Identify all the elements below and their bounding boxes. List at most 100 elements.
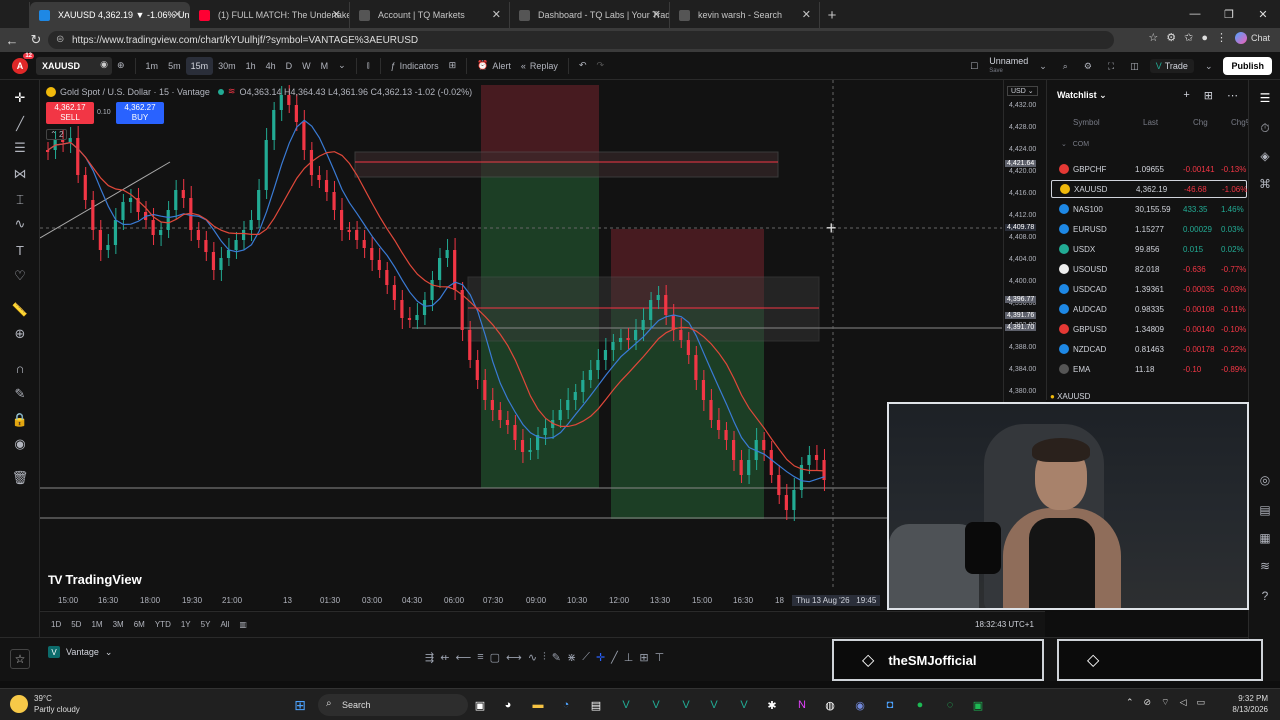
watchlist-row[interactable]: GBPCHF 1.09655 -0.00141 -0.13% [1051, 160, 1247, 178]
maximize-icon[interactable]: ❐ [1212, 0, 1246, 28]
range-1y[interactable]: 1Y [176, 620, 196, 629]
text-tool-icon[interactable]: T [9, 240, 31, 260]
watchlist-row[interactable]: EURUSD 1.15277 0.00029 0.03% [1051, 220, 1247, 238]
store-icon[interactable]: ▤ [586, 695, 606, 715]
timeframe-W[interactable]: W [297, 57, 316, 75]
tab-close-icon[interactable]: ✕ [173, 8, 182, 21]
calendar-icon[interactable]: ▤ [1255, 500, 1275, 520]
start-menu-icon[interactable]: ⊞ [290, 695, 310, 715]
quick-search-icon[interactable]: ⌕ [1058, 57, 1073, 75]
watchlist-section[interactable]: ⌄ COM [1061, 140, 1089, 148]
watchlist-row[interactable]: NZDCAD 0.81463 -0.00178 -0.22% [1051, 340, 1247, 358]
browser-tab[interactable]: Dashboard - TQ Labs | Your Trade ✕ [510, 2, 670, 28]
broker-selector[interactable]: V Vantage ⌄ [48, 646, 112, 658]
steam-icon[interactable]: ◍ [820, 695, 840, 715]
add-symbol-icon[interactable]: + [1183, 89, 1189, 102]
fib-icon[interactable]: ⌶ [9, 190, 31, 210]
profile-icon[interactable]: ● [1201, 32, 1208, 44]
extensions-icon[interactable]: ⚙ [1166, 31, 1176, 44]
chart-clock[interactable]: 18:32:43 UTC+1 [975, 620, 1034, 629]
brush-icon[interactable]: ∿ [9, 214, 31, 234]
layout-dropdown-icon[interactable]: ⌄ [1034, 57, 1052, 75]
chart-type-icon[interactable]: ⫾ [362, 57, 375, 75]
whatsapp-icon[interactable]: ◌ [940, 695, 960, 715]
watchlist-title[interactable]: Watchlist ⌄ [1057, 90, 1107, 101]
watchlist-row[interactable]: USOUSD 82.018 -0.636 -0.77% [1051, 260, 1247, 278]
signal-icon[interactable]: ≋ [1255, 556, 1275, 576]
watchlist-row[interactable]: AUDCAD 0.98335 -0.00108 -0.11% [1051, 300, 1247, 318]
task-view-icon[interactable]: ▣ [470, 695, 490, 715]
menu-icon[interactable]: ⋮ [1216, 31, 1227, 44]
watchlist-row[interactable]: NAS100 30,155.59 433.35 1.46% [1051, 200, 1247, 218]
watchlist-row[interactable]: USDCAD 1.39361 -0.00035 -0.03% [1051, 280, 1247, 298]
vantage-app-5-icon[interactable]: V [734, 695, 754, 715]
pattern-icon[interactable]: ⋈ [9, 164, 31, 184]
fav-tool-12-icon[interactable]: ✛ [596, 651, 605, 664]
layers-icon[interactable]: ◈ [1255, 146, 1275, 166]
chat-button[interactable]: Chat [1234, 31, 1270, 44]
taskbar-clock[interactable]: 9:32 PM 8/13/2026 [1232, 693, 1268, 715]
publish-button[interactable]: Publish [1223, 57, 1272, 75]
notifications-icon[interactable]: ⌘ [1255, 174, 1275, 194]
layout-checkbox-icon[interactable]: ☐ [965, 57, 983, 75]
vantage-app-4-icon[interactable]: V [704, 695, 724, 715]
range-3m[interactable]: 3M [108, 620, 129, 629]
indicators-button[interactable]: ƒ Indicators [386, 57, 444, 75]
browser-tab[interactable]: XAUUSD 4,362.19 ▼ -1.06% Unna ✕ [30, 2, 190, 28]
vantage-app-icon[interactable]: V [616, 695, 636, 715]
discord-icon[interactable]: ◉ [850, 695, 870, 715]
timeframe-1m[interactable]: 1m [141, 57, 164, 75]
file-explorer-icon[interactable]: ▬ [528, 695, 548, 715]
tab-actions-icon[interactable] [0, 2, 30, 28]
tab-close-icon[interactable]: ✕ [802, 8, 811, 21]
timeframe-15m[interactable]: 15m [185, 56, 214, 75]
vantage-app-2-icon[interactable]: V [646, 695, 666, 715]
settings-icon[interactable]: ⚙ [1079, 57, 1097, 75]
minimize-icon[interactable]: — [1178, 0, 1212, 28]
browser-tab[interactable]: Account | TQ Markets ✕ [350, 2, 510, 28]
fav-tool-7-icon[interactable]: ∿ [528, 651, 537, 664]
timeframe-30m[interactable]: 30m [213, 57, 241, 75]
watchlist-row[interactable]: EMA 11.18 -0.10 -0.89% [1051, 360, 1247, 378]
indicator-templates-icon[interactable]: ⊞ [444, 57, 462, 75]
fav-tool-14-icon[interactable]: ⊥ [624, 651, 634, 664]
edge-icon[interactable]: ◔ [556, 695, 576, 715]
horizontal-lines-icon[interactable]: ☰ [9, 138, 31, 158]
tab-close-icon[interactable]: ✕ [652, 8, 661, 21]
trash-icon[interactable]: 🗑 [9, 468, 31, 488]
fav-tool-4-icon[interactable]: ≡ [477, 651, 483, 664]
favorites-icon[interactable]: ✩ [1184, 31, 1193, 44]
trend-line-icon[interactable]: ╱ [9, 114, 31, 134]
tray-battery-icon[interactable]: ▭ [1196, 697, 1205, 708]
timeframe-5m[interactable]: 5m [163, 57, 186, 75]
bookmark-star-icon[interactable]: ☆ [1148, 31, 1158, 44]
heart-icon[interactable]: ♡ [9, 266, 31, 286]
outlook-icon[interactable]: ◘ [880, 695, 900, 715]
buy-button[interactable]: 4,362.27 BUY [116, 102, 164, 124]
fav-tool-1-icon[interactable]: ⇶ [425, 651, 434, 664]
undo-icon[interactable]: ↶ [574, 57, 592, 75]
weather-widget[interactable]: 39°C Partly cloudy [10, 693, 80, 715]
currency-selector[interactable]: USD ⌄ [1007, 86, 1038, 96]
indicator-count-badge[interactable]: ⌃ 2 [46, 129, 68, 140]
range-5y[interactable]: 5Y [196, 620, 216, 629]
fav-tool-11-icon[interactable]: ⟋ [582, 651, 590, 664]
fav-tool-5-icon[interactable]: ▢ [490, 651, 500, 664]
back-icon[interactable]: ← [0, 33, 24, 48]
fav-tool-3-icon[interactable]: ⟵ [455, 651, 471, 664]
timeframe-more-icon[interactable]: ⌄ [333, 57, 351, 75]
crosshair-icon[interactable]: ✛ [9, 88, 31, 108]
site-info-icon[interactable]: ⊜ [56, 34, 64, 45]
redo-icon[interactable]: ↷ [591, 57, 609, 75]
watchlist-row[interactable]: USDX 99.856 0.015 0.02% [1051, 240, 1247, 258]
more-icon[interactable]: ⋯ [1227, 89, 1238, 102]
watchlist-icon[interactable]: ☰ [1255, 88, 1275, 108]
range-1d[interactable]: 1D [46, 620, 66, 629]
trade-button[interactable]: V Trade [1149, 59, 1194, 73]
range-1m[interactable]: 1M [86, 620, 107, 629]
app-icon[interactable]: ▣ [968, 695, 988, 715]
alert-button[interactable]: ⏰ Alert [472, 57, 516, 75]
browser-tab[interactable]: (1) FULL MATCH: The Undertaker ✕ [190, 2, 350, 28]
eye-icon[interactable]: ◉ [9, 434, 31, 454]
favorites-star-icon[interactable]: ☆ [10, 649, 30, 669]
